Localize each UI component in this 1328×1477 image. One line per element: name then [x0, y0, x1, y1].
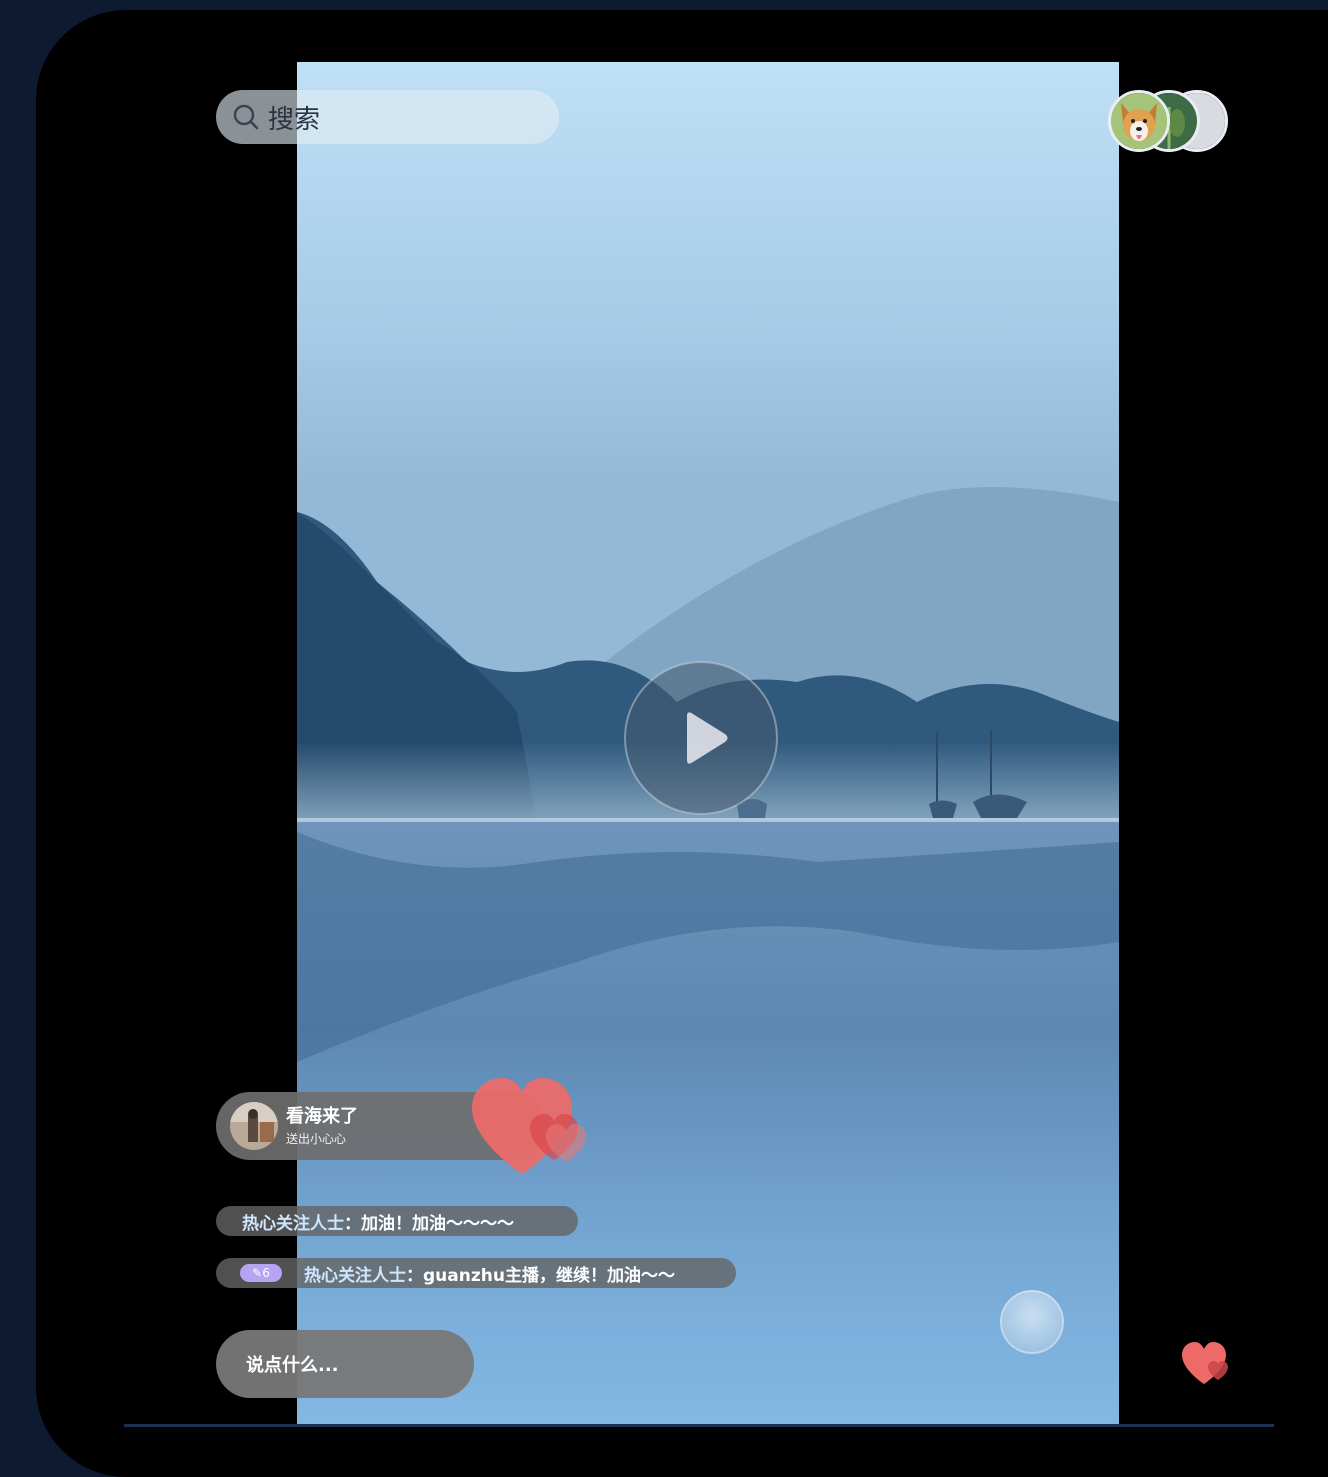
floating-bubble-button[interactable]	[1000, 1290, 1064, 1354]
comment-user[interactable]: 热心关注人士	[242, 1209, 344, 1234]
level-badge: ✎6	[240, 1264, 282, 1282]
comment-user[interactable]: 热心关注人士	[304, 1261, 406, 1286]
phone-frame: 搜索 看海来了 送出小心心 热心关注人士 ： 加油！加油～～～～ ✎6 热心关注…	[36, 10, 1328, 1477]
heart-icon	[1182, 1342, 1228, 1384]
viewer-avatars[interactable]	[1106, 90, 1228, 152]
heart-icon	[472, 1078, 586, 1174]
gift-user-avatar[interactable]	[230, 1102, 278, 1150]
comment-text: guanzhu主播，继续！加油～～	[423, 1265, 675, 1286]
comment-input[interactable]: 说点什么...	[216, 1330, 474, 1398]
like-button[interactable]	[1180, 1340, 1236, 1392]
dog-avatar-icon	[1111, 93, 1167, 149]
heart-animation	[466, 1076, 596, 1180]
search-icon	[233, 104, 259, 130]
comment-separator: ：	[344, 1213, 361, 1234]
comment-input-placeholder: 说点什么...	[246, 1355, 339, 1376]
comment-item: 热心关注人士：加油！加油～～～～	[216, 1206, 578, 1236]
search-bar[interactable]: 搜索	[216, 90, 559, 144]
gift-user-name: 看海来了	[286, 1106, 358, 1127]
comment-item: ✎6 热心关注人士： guanzhu主播，继续！加油～～	[216, 1258, 736, 1288]
play-button[interactable]	[623, 660, 779, 816]
bottom-divider	[124, 1424, 1274, 1427]
comment-text: 加油！加油～～～～	[361, 1213, 514, 1234]
viewer-avatar-1[interactable]	[1108, 90, 1170, 152]
search-placeholder: 搜索	[268, 104, 321, 135]
comment-separator: ：	[406, 1265, 423, 1286]
gift-action: 送出小心心	[286, 1132, 347, 1146]
